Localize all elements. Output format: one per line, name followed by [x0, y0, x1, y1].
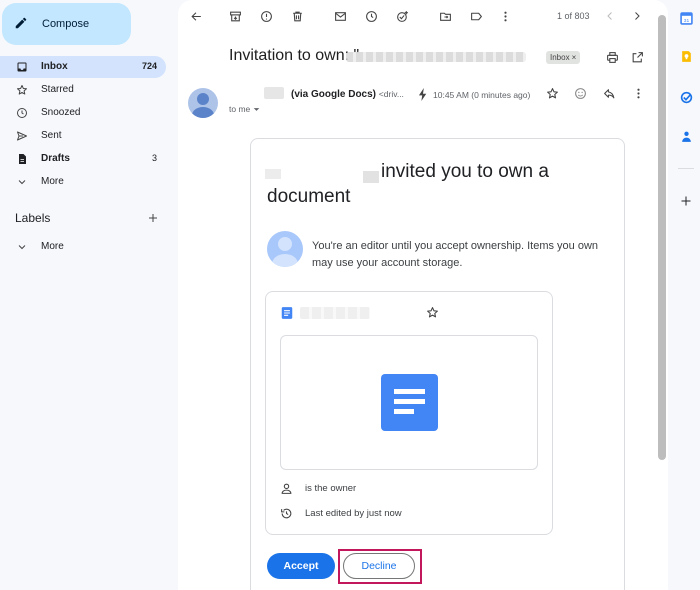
draft-icon: [16, 153, 28, 165]
edited-text: Last edited by just now: [305, 508, 402, 519]
google-docs-icon: [381, 374, 438, 431]
sidebar-item-snoozed[interactable]: Snoozed: [0, 102, 166, 124]
add-task-icon[interactable]: [396, 10, 409, 23]
snooze-icon[interactable]: [365, 10, 378, 23]
caret-down-icon: [253, 106, 260, 113]
accept-button[interactable]: Accept: [267, 553, 335, 579]
labels-more[interactable]: More: [0, 236, 166, 258]
sidebar-item-sent[interactable]: Sent: [0, 125, 166, 147]
calendar-icon[interactable]: 31: [680, 12, 693, 25]
sender-avatar[interactable]: [188, 88, 218, 118]
sidebar: Compose Inbox 724 Starred Snoozed Sent D…: [0, 0, 178, 590]
history-icon: [280, 507, 293, 520]
star-icon: [16, 84, 28, 96]
compose-button[interactable]: Compose: [2, 3, 131, 45]
add-addon-icon[interactable]: [680, 195, 692, 207]
archive-icon[interactable]: [229, 10, 242, 23]
sender-address: <driv...: [378, 89, 404, 99]
star-icon[interactable]: [546, 87, 559, 100]
chevron-right-icon[interactable]: [631, 10, 643, 22]
sidebar-item-more[interactable]: More: [0, 171, 166, 193]
contacts-icon[interactable]: [680, 130, 693, 143]
invite-title: invited you to own a document: [267, 161, 549, 207]
labels-heading: Labels: [15, 211, 51, 225]
redacted-document-name: [346, 52, 526, 62]
emoji-react-icon[interactable]: [574, 87, 587, 100]
clock-icon: [16, 107, 28, 119]
sender-via: (via Google Docs): [291, 89, 377, 100]
back-arrow-icon[interactable]: [190, 10, 203, 23]
send-icon: [16, 130, 28, 142]
sidebar-item-label: Snoozed: [41, 107, 81, 118]
star-icon[interactable]: [426, 306, 439, 319]
inbox-chip-label: Inbox: [550, 53, 570, 62]
svg-text:31: 31: [684, 18, 690, 24]
email-subject: Invitation to own: ": [229, 47, 360, 64]
person-icon: [280, 482, 293, 495]
redacted-document-title: [300, 307, 370, 319]
sidebar-item-label: More: [41, 176, 64, 187]
email-time: 10:45 AM (0 minutes ago): [433, 90, 531, 100]
pencil-icon: [14, 16, 28, 30]
more-vert-icon[interactable]: [499, 10, 512, 23]
decline-button[interactable]: Decline: [343, 553, 415, 579]
sidebar-item-label: Drafts: [41, 153, 70, 164]
sidebar-item-label: Inbox: [41, 61, 68, 72]
sidebar-item-label: Starred: [41, 84, 74, 95]
inbox-icon: [16, 61, 28, 73]
draft-count: 3: [151, 153, 157, 163]
redacted-sender-name: [264, 87, 284, 99]
bolt-icon: [418, 88, 428, 101]
inbox-label-chip[interactable]: Inbox ×: [546, 51, 581, 64]
divider: [678, 168, 694, 169]
more-vert-icon[interactable]: [632, 87, 645, 100]
document-preview[interactable]: [280, 335, 538, 470]
report-spam-icon[interactable]: [260, 10, 273, 23]
unread-count: 724: [141, 61, 157, 71]
sidebar-item-starred[interactable]: Starred: [0, 79, 166, 101]
email-view: 1 of 803 Invitation to own: " Inbox × (v…: [178, 0, 668, 590]
scrollbar[interactable]: [658, 15, 666, 460]
mark-unread-icon[interactable]: [334, 10, 347, 23]
move-to-icon[interactable]: [439, 10, 452, 23]
ownership-invite-card: invited you to own a document You're an …: [250, 138, 625, 590]
owner-text: is the owner: [305, 483, 357, 494]
google-docs-icon: [280, 306, 294, 320]
document-card[interactable]: is the owner Last edited by just now: [265, 291, 553, 535]
owner-row: is the owner: [280, 482, 356, 495]
remove-label-icon[interactable]: ×: [572, 53, 577, 62]
print-icon[interactable]: [606, 51, 619, 64]
keep-icon[interactable]: [680, 50, 693, 63]
tasks-icon[interactable]: [680, 91, 693, 104]
sidebar-item-inbox[interactable]: Inbox 724: [0, 56, 166, 78]
labels-more-label: More: [41, 241, 64, 252]
delete-icon[interactable]: [291, 10, 304, 23]
sidebar-item-drafts[interactable]: Drafts 3: [0, 148, 166, 170]
sender-info[interactable]: (via Google Docs) <driv...: [291, 89, 404, 100]
chevron-left-icon[interactable]: [604, 10, 616, 22]
reply-icon[interactable]: [603, 87, 616, 100]
edited-row: Last edited by just now: [280, 507, 402, 520]
recipient-details[interactable]: to me: [229, 104, 260, 114]
invite-message: You're an editor until you accept owners…: [312, 240, 599, 269]
chevron-down-icon: [16, 176, 28, 188]
pager-count: 1 of 803: [557, 11, 590, 21]
chevron-down-icon: [16, 241, 28, 253]
open-new-window-icon[interactable]: [631, 51, 644, 64]
compose-label: Compose: [42, 18, 90, 30]
sidebar-item-label: Sent: [41, 130, 62, 141]
inviter-avatar: [267, 231, 303, 267]
to-me-label: to me: [229, 104, 251, 114]
side-panel-rail: 31: [672, 0, 700, 590]
add-label-icon[interactable]: [147, 212, 159, 224]
label-icon[interactable]: [470, 10, 483, 23]
